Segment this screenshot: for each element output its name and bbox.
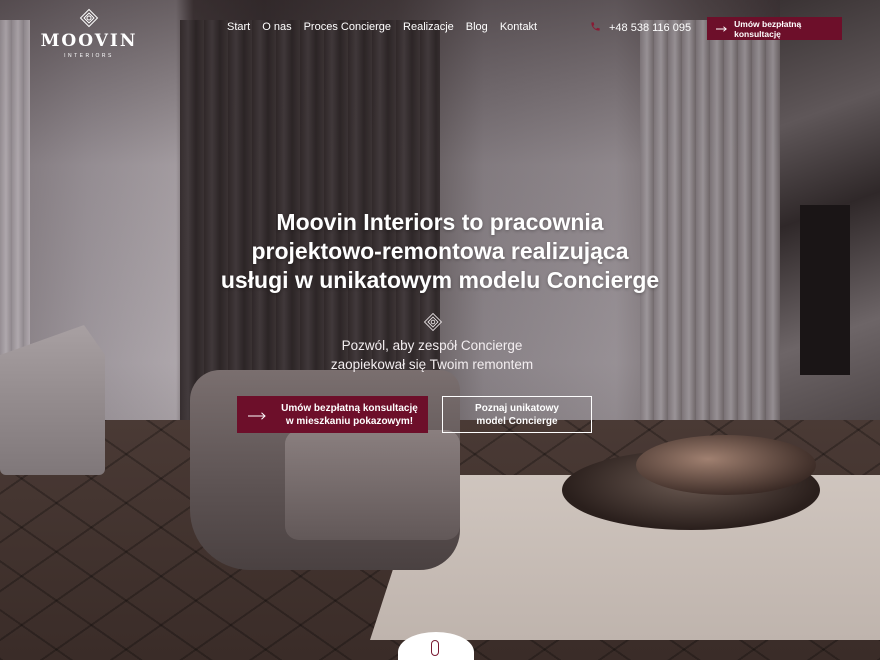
logo-name: MOOVIN	[40, 31, 138, 51]
hero-headline-line: usługi w unikatowym modelu Concierge	[220, 267, 660, 293]
showroom-consultation-label: Umów bezpłatną konsultację w mieszkaniu …	[277, 402, 428, 428]
header-cta-label: Umów bezpłatną konsultację	[734, 18, 802, 39]
hero-subline-line: Pozwól, aby zespół Concierge	[341, 338, 523, 353]
coffee-table-small	[636, 435, 816, 495]
hero-subline-line: zaopiekował się Twoim remontem	[330, 357, 534, 372]
sofa-seat	[285, 430, 460, 540]
header-consultation-button[interactable]: Umów bezpłatną konsultację	[707, 17, 842, 40]
logo-subtitle: INTERIORS	[64, 53, 114, 59]
concierge-model-label: Poznaj unikatowy model Concierge	[475, 402, 559, 428]
scroll-mouse-icon	[431, 640, 439, 656]
main-nav: Start O nas Proces Concierge Realizacje …	[227, 21, 537, 33]
nav-item-realizacje[interactable]: Realizacje	[403, 21, 454, 33]
logo-diamond-icon	[79, 8, 99, 28]
tv-screen	[800, 205, 850, 375]
showroom-consultation-button[interactable]: Umów bezpłatną konsultację w mieszkaniu …	[237, 396, 428, 433]
phone-link[interactable]: +48 538 116 095	[590, 21, 691, 35]
nav-item-proces-concierge[interactable]: Proces Concierge	[304, 21, 391, 33]
button-line: Poznaj unikatowy	[475, 402, 559, 414]
nav-item-blog[interactable]: Blog	[466, 21, 488, 33]
nav-item-o-nas[interactable]: O nas	[262, 21, 291, 33]
nav-item-kontakt[interactable]: Kontakt	[500, 21, 537, 33]
logo[interactable]: MOOVIN INTERIORS	[36, 6, 142, 59]
phone-icon	[590, 21, 601, 35]
button-line: Umów bezpłatną konsultację	[281, 402, 418, 414]
concierge-model-button[interactable]: Poznaj unikatowy model Concierge	[442, 396, 592, 433]
button-line: w mieszkaniu pokazowym!	[285, 415, 414, 427]
hero-headline: Moovin Interiors to pracownia projektowo…	[180, 208, 700, 295]
site-header: MOOVIN INTERIORS Start O nas Proces Conc…	[0, 0, 880, 60]
arrow-right-icon	[716, 25, 727, 32]
arrow-right-icon	[237, 407, 277, 423]
hero-subline: Pozwól, aby zespół Concierge zaopiekował…	[290, 336, 574, 374]
hero-headline-line: Moovin Interiors to pracownia	[276, 209, 604, 235]
button-line: model Concierge	[476, 415, 558, 427]
phone-number: +48 538 116 095	[609, 22, 692, 34]
ornament-icon	[423, 312, 443, 332]
hero-headline-line: projektowo-remontowa realizująca	[251, 238, 629, 264]
nav-item-start[interactable]: Start	[227, 21, 250, 33]
